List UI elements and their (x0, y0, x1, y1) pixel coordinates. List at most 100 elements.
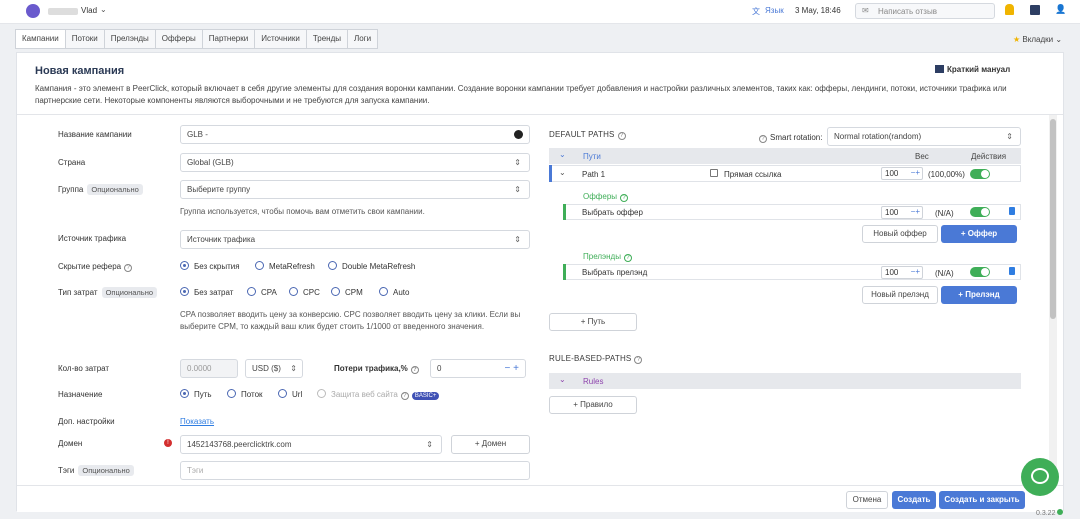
tab-affiliates[interactable]: Партнерки (203, 30, 256, 48)
help-icon[interactable]: ? (124, 264, 133, 272)
cancel-button[interactable]: Отмена (846, 491, 888, 509)
feedback-input[interactable]: ✉ Написать отзыв (855, 3, 995, 19)
tab-flows[interactable]: Потоки (66, 30, 105, 48)
show-extra-link[interactable]: Показать (180, 417, 214, 426)
version-label: 0.3.22 (1036, 509, 1064, 517)
add-path-button[interactable]: + Путь (549, 313, 637, 331)
chevron-down-icon[interactable]: ⌄ (559, 168, 566, 177)
new-lander-button[interactable]: Новый прелэнд (862, 286, 938, 304)
tab-logs[interactable]: Логи (348, 30, 377, 48)
chat-button[interactable] (1021, 458, 1059, 496)
referer-option-label: MetaRefresh (269, 262, 315, 271)
optional-badge: Опционально (101, 287, 158, 298)
trash-icon[interactable] (1009, 267, 1015, 275)
panel-footer: Отмена Создать Создать и закрыть (17, 485, 1063, 512)
destination-option-0[interactable]: Путь (180, 389, 212, 399)
star-icon: ★ (1013, 35, 1021, 44)
new-offer-button[interactable]: Новый оффер (862, 225, 938, 243)
lander-select[interactable]: Выбрать прелэнд (582, 268, 647, 277)
traffic-loss-input[interactable]: 0 − + (430, 359, 526, 378)
group-select[interactable]: Выберите группу ⇕ (180, 180, 530, 199)
cost-amount-input[interactable]: 0.0000 (180, 359, 238, 378)
cost-option-1[interactable]: CPA (247, 287, 277, 297)
tab-campaigns[interactable]: Кампании (16, 30, 66, 48)
add-domain-button[interactable]: + Домен (451, 435, 530, 454)
color-dot-icon[interactable] (514, 130, 523, 139)
help-icon[interactable]: ? (623, 254, 632, 262)
help-icon[interactable]: ? (759, 135, 767, 143)
bookmarks-label: Вкладки (1022, 35, 1054, 44)
chevron-down-icon[interactable]: ⌄ (559, 150, 566, 159)
manual-link[interactable]: Краткий мануал (935, 65, 1010, 74)
select-arrows-icon: ⇕ (514, 185, 521, 194)
tags-input[interactable]: Тэги (180, 461, 530, 480)
cost-option-0[interactable]: Без затрат (180, 287, 233, 297)
offer-toggle[interactable] (970, 207, 990, 217)
create-close-button[interactable]: Создать и закрыть (939, 491, 1025, 509)
top-bar: Vlad ⌄ 文 Язык 3 May, 18:46 ✉ Написать от… (0, 0, 1080, 24)
select-arrows-icon: ⇕ (514, 158, 521, 167)
tab-sources[interactable]: Источники (255, 30, 307, 48)
currency-select[interactable]: USD ($) ⇕ (245, 359, 303, 378)
referer-option-2[interactable]: Double MetaRefresh (328, 261, 415, 271)
lander-weight-stepper[interactable]: 100 −+ (881, 266, 923, 279)
user-icon[interactable]: 👤 (1055, 4, 1066, 15)
help-icon[interactable]: ? (617, 132, 626, 140)
add-offer-button[interactable]: + Оффер (941, 225, 1017, 243)
stepper-icon: −+ (910, 207, 920, 216)
help-icon[interactable]: ? (620, 194, 629, 202)
help-icon[interactable]: ? (634, 356, 643, 364)
tab-offers[interactable]: Офферы (156, 30, 203, 48)
traffic-source-select[interactable]: Источник трафика ⇕ (180, 230, 530, 249)
user-name[interactable]: Vlad (81, 6, 97, 15)
path-toggle[interactable] (970, 169, 990, 179)
cost-option-3[interactable]: CPM (331, 287, 363, 297)
datetime: 3 May, 18:46 (795, 6, 841, 15)
destination-option-2[interactable]: Url (278, 389, 302, 399)
help-icon[interactable]: ? (410, 366, 419, 374)
chevron-down-icon[interactable]: ⌄ (559, 375, 566, 384)
offers-title-text: Офферы (583, 192, 618, 201)
stepper-icon: −+ (910, 168, 920, 177)
path-weight-value: 100 (885, 169, 899, 178)
tags-placeholder: Тэги (187, 466, 204, 475)
avatar[interactable] (26, 4, 40, 18)
scrollbar[interactable] (1049, 115, 1057, 487)
lander-toggle[interactable] (970, 267, 990, 277)
trash-icon[interactable] (1009, 207, 1015, 215)
page-description: Кампания - это элемент в PeerClick, кото… (35, 84, 1007, 105)
radio-icon (379, 287, 388, 296)
main-tabs: Кампании Потоки Прелэнды Офферы Партнерк… (15, 29, 379, 49)
referer-option-label: Без скрытия (194, 262, 240, 271)
chevron-down-icon[interactable]: ⌄ (100, 5, 107, 14)
create-button[interactable]: Создать (892, 491, 936, 509)
country-select[interactable]: Global (GLB) ⇕ (180, 153, 530, 172)
referer-option-1[interactable]: MetaRefresh (255, 261, 315, 271)
language-button[interactable]: Язык (765, 6, 784, 15)
destination-option-1[interactable]: Поток (227, 389, 263, 399)
domain-select[interactable]: 1452143768.peerclicktrk.com ⇕ (180, 435, 442, 454)
direct-link-checkbox[interactable] (710, 169, 718, 177)
notification-icon[interactable] (1005, 4, 1014, 15)
offer-select[interactable]: Выбрать оффер (582, 208, 643, 217)
destination-option-label: Путь (194, 390, 212, 399)
add-lander-button[interactable]: + Прелэнд (941, 286, 1017, 304)
tab-landers[interactable]: Прелэнды (105, 30, 156, 48)
stepper-icon[interactable]: − + (505, 360, 519, 377)
campaign-name-input[interactable]: GLB - (180, 125, 530, 144)
cost-option-2[interactable]: CPC (289, 287, 320, 297)
offer-weight-stepper[interactable]: 100 −+ (881, 206, 923, 219)
smart-rotation-select[interactable]: Normal rotation(random) ⇕ (827, 127, 1021, 146)
cost-option-4[interactable]: Auto (379, 287, 409, 297)
tab-trends[interactable]: Тренды (307, 30, 348, 48)
extra-settings-label: Доп. настройки (58, 417, 115, 426)
book-icon[interactable] (1030, 5, 1040, 15)
smart-rotation-label: ? Smart rotation: (759, 133, 822, 143)
bookmarks-button[interactable]: ★ Вкладки ⌄ (1013, 35, 1062, 44)
translate-icon[interactable]: 文 (752, 6, 760, 17)
destination-option-3[interactable]: Защита веб сайта? BASIC+ (317, 389, 440, 400)
scrollbar-thumb[interactable] (1050, 119, 1056, 319)
path-weight-stepper[interactable]: 100 −+ (881, 167, 923, 180)
referer-option-0[interactable]: Без скрытия (180, 261, 240, 271)
add-rule-button[interactable]: + Правило (549, 396, 637, 414)
